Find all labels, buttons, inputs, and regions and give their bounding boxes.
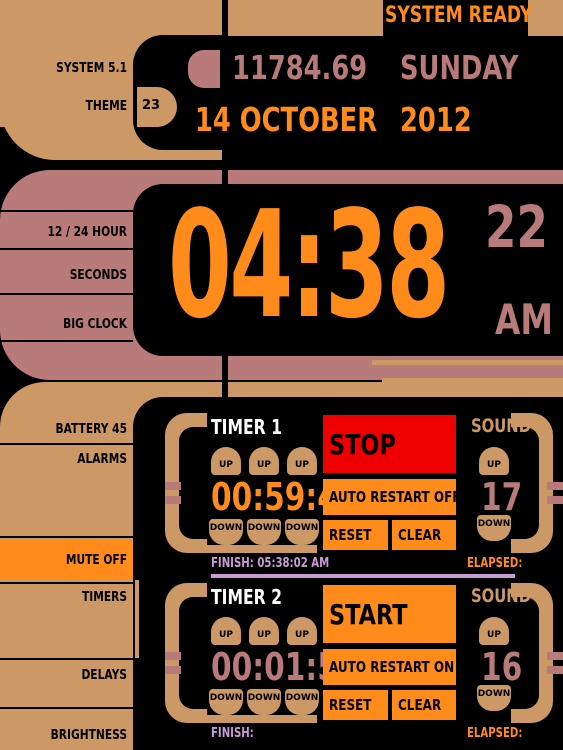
timer-2-seconds-up[interactable]: UP: [287, 617, 317, 645]
theme-label: THEME: [85, 99, 127, 114]
system-version-label: SYSTEM 5.1: [56, 61, 128, 76]
divider: [0, 293, 133, 295]
alarms-button[interactable]: ALARMS: [23, 452, 127, 467]
timer-1-seconds-up[interactable]: UP: [287, 447, 317, 475]
deco: [547, 652, 563, 660]
timer-2-auto-restart-button[interactable]: AUTO RESTART ON: [323, 649, 456, 685]
timer-2-minutes-down[interactable]: DOWN: [247, 689, 281, 715]
deco: [547, 482, 563, 490]
divider: [0, 707, 133, 709]
date-value: 14 OCTOBER: [195, 100, 378, 139]
timer-2-sound-up[interactable]: UP: [479, 617, 509, 645]
top-frame-bar: [228, 0, 383, 36]
timer-1-reset-button[interactable]: RESET: [323, 520, 388, 550]
deco: [165, 652, 181, 660]
timer-1-minutes-down[interactable]: DOWN: [247, 519, 281, 545]
timer-2-start-button[interactable]: START: [323, 585, 456, 643]
divider: [0, 340, 133, 342]
divider: [0, 248, 133, 250]
timer-1-sound-down[interactable]: DOWN: [477, 515, 511, 541]
option-12-24-hour[interactable]: 12 / 24 HOUR: [23, 225, 127, 240]
timer-1-finish: FINISH: 05:38:02 AM: [211, 556, 330, 571]
deco: [165, 496, 181, 504]
timer-1-progress-line: [211, 574, 515, 578]
timer-1-title: TIMER 1: [211, 415, 282, 439]
timer-2-clear-button[interactable]: CLEAR: [392, 690, 456, 720]
timer-1-minutes-up[interactable]: UP: [249, 447, 279, 475]
timer-1-frame-left-inner: [179, 427, 209, 539]
timer-1-seconds-down[interactable]: DOWN: [285, 519, 319, 545]
timer-2-hours-up[interactable]: UP: [211, 617, 241, 645]
option-seconds[interactable]: SECONDS: [23, 268, 127, 283]
mute-label: MUTE OFF: [65, 553, 127, 568]
timer-2-hours-down[interactable]: DOWN: [209, 689, 243, 715]
divider: [0, 536, 133, 538]
deco: [165, 482, 181, 490]
timer-1-auto-restart-button[interactable]: AUTO RESTART OFF: [323, 479, 461, 515]
timer-2-panel: TIMER 2 UP UP UP 00:01:59 DOWN DOWN DOWN…: [165, 583, 563, 750]
divider: [0, 658, 133, 660]
timer-2-finish: FINISH:: [211, 726, 254, 741]
option-big-clock[interactable]: BIG CLOCK: [23, 317, 127, 332]
timers-divider: [222, 382, 228, 397]
delays-button[interactable]: DELAYS: [23, 668, 127, 683]
timer-1-sound-up[interactable]: UP: [479, 447, 509, 475]
top-frame-bar-2: [528, 0, 563, 36]
timer-1-clear-button[interactable]: CLEAR: [392, 520, 456, 550]
system-ready-status: SYSTEM READY: [385, 3, 533, 28]
timer-2-sound-label: SOUND: [471, 585, 532, 607]
timer-2-bottom-bar: [195, 715, 317, 723]
deco: [165, 666, 181, 674]
deco-bar: [135, 580, 139, 658]
timer-2-frame-left-inner: [179, 597, 209, 709]
brightness-button[interactable]: BRIGHTNESS: [23, 728, 127, 743]
deco-bar: [372, 360, 563, 365]
timer-2-elapsed: ELAPSED:: [467, 726, 523, 741]
year-value: 2012: [400, 100, 472, 139]
deco: [547, 496, 563, 504]
timer-1-bottom-bar: [195, 545, 317, 553]
divider: [0, 443, 133, 445]
timer-1-hours-up[interactable]: UP: [211, 447, 241, 475]
timers-button[interactable]: TIMERS: [23, 590, 127, 605]
timer-2-seconds-down[interactable]: DOWN: [285, 689, 319, 715]
timer-1-sound-value: 17: [481, 475, 523, 519]
divider: [0, 210, 133, 212]
timer-2-title: TIMER 2: [211, 585, 282, 609]
timer-1-panel: TIMER 1 UP UP UP 00:59:40 DOWN DOWN DOWN…: [165, 413, 563, 583]
battery-label: BATTERY 45: [55, 422, 128, 437]
theme-value: 23: [142, 98, 161, 113]
timer-2-minutes-up[interactable]: UP: [249, 617, 279, 645]
timer-2-sound-down[interactable]: DOWN: [477, 685, 511, 711]
clock-meridiem: AM: [495, 295, 553, 344]
timer-2-sound-value: 16: [481, 645, 523, 689]
stardate-value: 11784.69: [232, 48, 368, 87]
weekday-value: SUNDAY: [400, 48, 519, 87]
deco: [547, 666, 563, 674]
stardate-indicator: [188, 50, 220, 88]
timer-1-sound-label: SOUND: [471, 415, 532, 437]
timer-1-stop-button[interactable]: STOP: [323, 415, 456, 473]
timer-1-hours-down[interactable]: DOWN: [209, 519, 243, 545]
divider: [0, 582, 133, 584]
clock-seconds: 22: [485, 193, 548, 261]
timer-2-reset-button[interactable]: RESET: [323, 690, 388, 720]
timer-1-elapsed: ELAPSED:: [467, 556, 523, 571]
